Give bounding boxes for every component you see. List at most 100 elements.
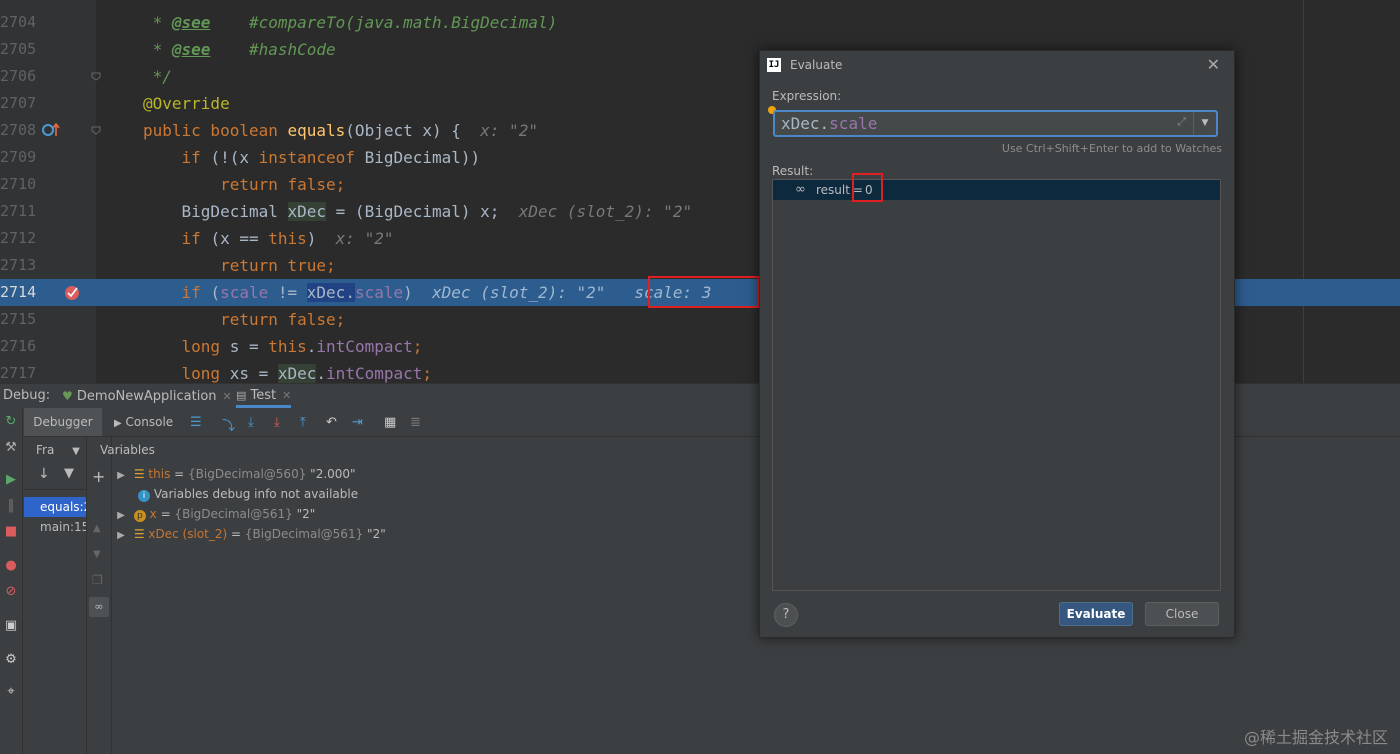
code-text[interactable]: */: [143, 63, 172, 90]
code-token: x: "2": [480, 121, 538, 140]
result-row[interactable]: ∞ result = 0: [773, 180, 1220, 200]
code-line[interactable]: 2704 * @see #compareTo(java.math.BigDeci…: [0, 9, 1400, 36]
evaluate-expression-icon[interactable]: ▦: [384, 415, 398, 430]
pin-icon[interactable]: ⌖: [3, 684, 19, 700]
variable-row[interactable]: ▶ ☰ this = {BigDecimal@560} "2.000": [112, 464, 356, 486]
expression-input[interactable]: xDec.scale ⤢ ▼: [773, 110, 1218, 137]
view-breakpoints-icon[interactable]: ●: [3, 558, 19, 574]
trace-icon[interactable]: ≣: [410, 415, 424, 430]
code-token: return true: [220, 256, 327, 275]
code-text[interactable]: return false;: [143, 306, 345, 333]
mute-breakpoints-icon[interactable]: ⊘: [3, 584, 19, 600]
code-text[interactable]: @Override: [143, 90, 230, 117]
line-number[interactable]: 2716: [0, 333, 36, 360]
run-to-cursor-icon[interactable]: ⇥: [352, 415, 366, 430]
chevron-right-icon[interactable]: ▶: [112, 526, 130, 546]
frame-item[interactable]: main:15: [24, 517, 86, 537]
breakpoint-icon[interactable]: [63, 284, 81, 302]
code-token: if: [181, 229, 211, 248]
watch-hint: Use Ctrl+Shift+Enter to add to Watches: [1001, 142, 1222, 155]
line-number[interactable]: 2717: [0, 360, 36, 383]
console-label: Console: [125, 415, 174, 429]
arrow-down-icon[interactable]: ▼: [93, 549, 101, 560]
chevron-right-icon[interactable]: ▶: [112, 466, 130, 486]
code-text[interactable]: * @see #compareTo(java.math.BigDecimal): [143, 9, 558, 36]
step-over-icon[interactable]: ⤵: [222, 415, 236, 434]
force-step-into-icon[interactable]: ⤓: [274, 415, 288, 430]
tab-debugger[interactable]: Debugger: [24, 408, 102, 436]
history-dropdown-icon[interactable]: ▼: [1193, 112, 1216, 135]
arrow-down-icon[interactable]: ↓: [38, 466, 50, 482]
show-execution-point-icon[interactable]: ☰: [190, 415, 204, 430]
line-number[interactable]: 2711: [0, 198, 36, 225]
glasses-icon[interactable]: ∞: [89, 597, 109, 617]
code-text[interactable]: public boolean equals(Object x) { x: "2": [143, 117, 538, 144]
code-text[interactable]: long s = this.intCompact;: [143, 333, 423, 360]
copy-icon[interactable]: ❐: [92, 573, 103, 587]
line-number[interactable]: 2708: [0, 117, 36, 144]
line-number[interactable]: 2707: [0, 90, 36, 117]
line-number[interactable]: 2713: [0, 252, 36, 279]
line-number[interactable]: 2712: [0, 225, 36, 252]
step-out-icon[interactable]: ⤒: [300, 415, 314, 430]
code-text[interactable]: BigDecimal xDec = (BigDecimal) x; xDec (…: [143, 198, 692, 225]
rerun-icon[interactable]: ↻: [3, 414, 19, 430]
line-number[interactable]: 2704: [0, 9, 36, 36]
code-token: instanceof: [258, 148, 365, 167]
code-token: public boolean: [143, 121, 288, 140]
line-number[interactable]: 2709: [0, 144, 36, 171]
expression-text[interactable]: xDec.scale: [781, 112, 877, 135]
variable-info-row: i Variables debug info not available: [138, 484, 358, 504]
close-icon[interactable]: ✕: [223, 390, 232, 403]
result-highlight-box: [852, 173, 883, 202]
expand-icon[interactable]: ⤢: [1177, 115, 1186, 129]
result-tree[interactable]: ∞ result = 0: [772, 179, 1221, 591]
frame-item[interactable]: equals:2: [24, 497, 86, 517]
code-text[interactable]: return true;: [143, 252, 336, 279]
line-number[interactable]: 2710: [0, 171, 36, 198]
close-icon[interactable]: ✕: [282, 389, 291, 402]
step-into-icon[interactable]: ⤓: [248, 415, 262, 430]
line-number[interactable]: 2706: [0, 63, 36, 90]
code-text[interactable]: long xs = xDec.intCompact;: [143, 360, 432, 383]
variable-row[interactable]: ▶ p x = {BigDecimal@561} "2": [112, 504, 315, 524]
fold-icon[interactable]: [90, 70, 102, 82]
tab-test[interactable]: ▤ Test ✕: [236, 384, 292, 408]
pause-icon[interactable]: ‖: [3, 498, 19, 514]
code-text[interactable]: if (scale != xDec.scale) xDec (slot_2): …: [143, 279, 711, 306]
line-number[interactable]: 2705: [0, 36, 36, 63]
camera-icon[interactable]: ▣: [3, 618, 19, 634]
chevron-right-icon[interactable]: ▶: [112, 506, 130, 526]
variable-row[interactable]: ▶ ☰ xDec (slot_2) = {BigDecimal@561} "2": [112, 524, 386, 544]
stop-icon[interactable]: ■: [3, 524, 19, 540]
code-text[interactable]: * @see #hashCode: [143, 36, 336, 63]
variable-value: "2.000": [310, 467, 356, 481]
tab-demo-new-application[interactable]: ♥ DemoNewApplication ✕: [62, 384, 232, 408]
code-token: (x ==: [210, 229, 269, 248]
line-number[interactable]: 2714: [0, 279, 36, 306]
scale-highlight-box: [648, 276, 760, 308]
evaluate-button[interactable]: Evaluate: [1059, 602, 1133, 626]
tab-console[interactable]: ▶ Console: [114, 408, 173, 436]
close-icon[interactable]: ✕: [1207, 51, 1220, 79]
settings-wrench-icon[interactable]: ⚒: [3, 440, 19, 456]
close-button[interactable]: Close: [1145, 602, 1219, 626]
line-number[interactable]: 2715: [0, 306, 36, 333]
code-text[interactable]: if (x == this) x: "2": [143, 225, 394, 252]
code-text[interactable]: return false;: [143, 171, 345, 198]
fold-icon[interactable]: [90, 124, 102, 136]
resume-icon[interactable]: ▶: [3, 472, 19, 488]
add-icon[interactable]: +: [92, 467, 105, 486]
code-text[interactable]: if (!(x instanceof BigDecimal)): [143, 144, 481, 171]
override-method-icon[interactable]: [42, 122, 62, 138]
filter-icon[interactable]: ▼: [64, 466, 74, 481]
gear-icon[interactable]: ⚙: [3, 652, 19, 668]
help-button[interactable]: ?: [774, 603, 798, 627]
dialog-title-bar[interactable]: IJ Evaluate ✕: [760, 51, 1234, 79]
arrow-up-icon[interactable]: ▲: [93, 523, 101, 534]
drop-frame-icon[interactable]: ↶: [326, 415, 340, 430]
chevron-down-icon[interactable]: ▼: [72, 446, 80, 457]
code-token: *: [143, 13, 172, 32]
